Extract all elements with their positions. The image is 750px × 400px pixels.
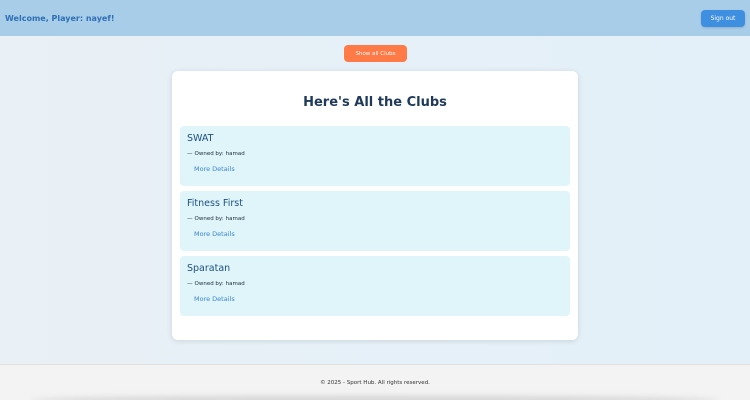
owner-dash: —: [187, 281, 193, 287]
club-name: SWAT: [187, 133, 214, 144]
club-name: Sparatan: [187, 263, 231, 274]
footer: © 2025 - Sport Hub. All rights reserved.: [0, 364, 750, 400]
club-card: Sparatan — Owned by: hamad More Details: [180, 256, 570, 316]
club-owner: — Owned by: hamad: [187, 151, 245, 157]
owner-label: Owned by:: [194, 281, 224, 287]
owner-label: Owned by:: [194, 216, 224, 222]
more-details-link[interactable]: More Details: [194, 230, 235, 238]
clubs-panel: Here's All the Clubs SWAT — Owned by: ha…: [172, 71, 578, 340]
top-bar: Welcome, Player: nayef! Sign out: [0, 0, 750, 36]
club-owner: — Owned by: hamad: [187, 216, 245, 222]
club-card: Fitness First — Owned by: hamad More Det…: [180, 191, 570, 251]
more-details-link[interactable]: More Details: [194, 295, 235, 303]
owner-name: hamad: [225, 151, 245, 157]
club-name: Fitness First: [187, 198, 243, 209]
footer-shadow: [30, 396, 720, 400]
more-details-link[interactable]: More Details: [194, 165, 235, 173]
owner-name: hamad: [225, 281, 245, 287]
owner-name: hamad: [225, 216, 245, 222]
owner-dash: —: [187, 216, 193, 222]
sign-out-button[interactable]: Sign out: [701, 9, 745, 27]
page-title: Here's All the Clubs: [303, 95, 447, 110]
copyright-text: © 2025 - Sport Hub. All rights reserved.: [320, 379, 430, 386]
welcome-message: Welcome, Player: nayef!: [5, 13, 115, 23]
club-card: SWAT — Owned by: hamad More Details: [180, 126, 570, 186]
show-all-clubs-button[interactable]: Show all Clubs: [344, 45, 407, 62]
owner-label: Owned by:: [194, 151, 224, 157]
owner-dash: —: [187, 151, 193, 157]
club-owner: — Owned by: hamad: [187, 281, 245, 287]
